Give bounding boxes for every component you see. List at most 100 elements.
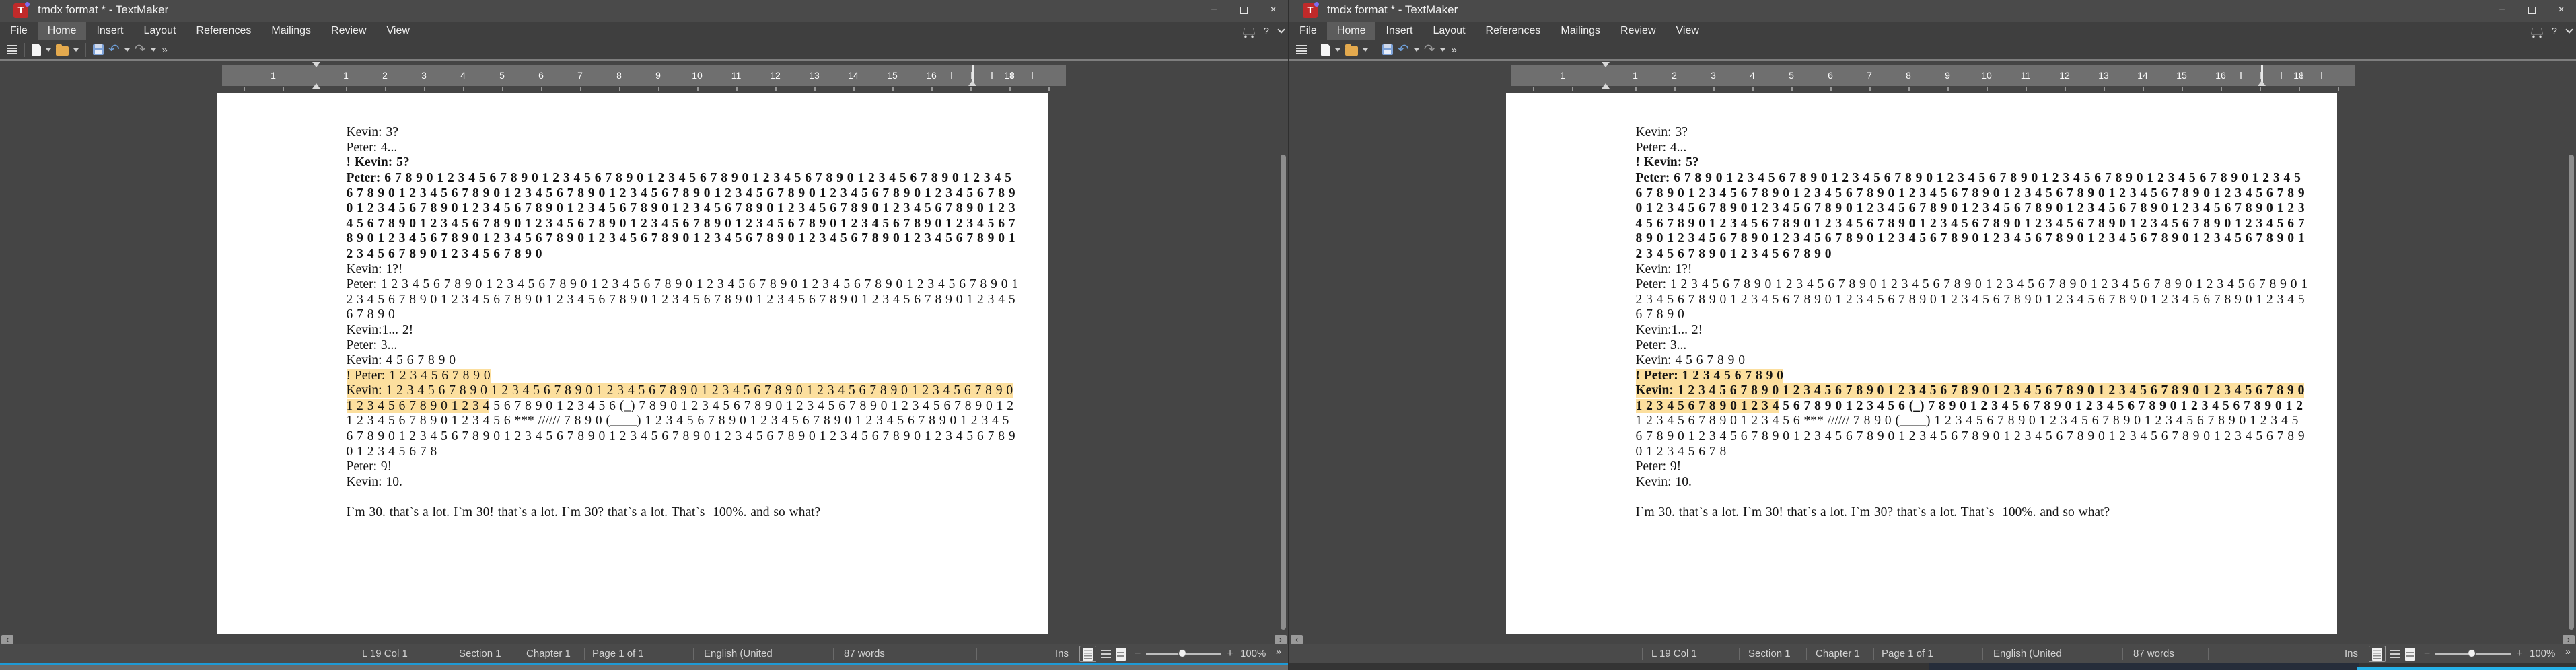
redo-dropdown-icon[interactable]	[151, 48, 156, 52]
redo-dropdown-icon[interactable]	[1440, 48, 1445, 52]
horizontal-scrollbar[interactable]: ‹ ›	[0, 635, 1288, 644]
undo-icon[interactable]: ↶	[108, 44, 120, 56]
toolbar-overflow-icon[interactable]: »	[162, 44, 168, 56]
status-chapter[interactable]: Chapter 1	[1816, 648, 1860, 659]
menu-tab[interactable]: Layout	[1423, 22, 1475, 40]
status-language[interactable]: English (United	[704, 648, 773, 659]
minimize-button[interactable]: −	[1199, 0, 1229, 22]
title-bar[interactable]: T tmdx format * - TextMaker − ×	[1289, 0, 2576, 22]
vertical-scrollbar[interactable]	[2568, 90, 2575, 634]
open-folder-icon[interactable]	[56, 46, 69, 56]
minimize-button[interactable]: −	[2487, 0, 2517, 22]
restore-button[interactable]	[1229, 0, 1258, 22]
redo-icon[interactable]: ↷	[135, 44, 146, 56]
open-dropdown-icon[interactable]	[1363, 48, 1368, 52]
save-icon[interactable]	[1382, 44, 1393, 55]
undo-dropdown-icon[interactable]	[124, 48, 130, 52]
chevron-down-icon[interactable]	[2565, 26, 2573, 33]
menu-tab[interactable]: Insert	[1375, 22, 1423, 40]
zoom-in-icon[interactable]: +	[2516, 648, 2522, 660]
menu-tab[interactable]: Layout	[133, 22, 186, 40]
page-view-icon[interactable]	[2369, 646, 2386, 662]
status-section[interactable]: Section 1	[1748, 648, 1791, 659]
scroll-left-icon[interactable]: ‹	[1291, 635, 1303, 644]
status-language[interactable]: English (United	[1993, 648, 2062, 659]
status-page[interactable]: Page 1 of 1	[592, 648, 644, 659]
undo-icon[interactable]: ↶	[1398, 44, 1409, 56]
document-page[interactable]: Kevin: 3? Peter: 4... ! Kevin: 5? Peter:…	[217, 93, 1048, 634]
title-bar[interactable]: T tmdx format * - TextMaker − ×	[0, 0, 1288, 22]
status-line-col[interactable]: L 19 Col 1	[1651, 648, 1697, 659]
zoom-slider[interactable]	[1146, 653, 1221, 655]
status-page[interactable]: Page 1 of 1	[1882, 648, 1933, 659]
menu-tab[interactable]: Mailings	[1550, 22, 1610, 40]
new-document-icon[interactable]	[32, 44, 41, 56]
status-overflow-icon[interactable]: »	[1276, 646, 1281, 657]
status-overflow-icon[interactable]: »	[2565, 646, 2571, 657]
menu-tab[interactable]: File	[0, 22, 38, 40]
page-view-icon[interactable]	[1079, 646, 1096, 662]
menu-tab[interactable]: View	[377, 22, 420, 40]
zoom-slider[interactable]	[2435, 653, 2511, 655]
zoom-out-icon[interactable]: −	[2424, 648, 2430, 660]
menu-tab[interactable]: Home	[1327, 22, 1376, 40]
menu-tab[interactable]: File	[1289, 22, 1327, 40]
undo-dropdown-icon[interactable]	[1414, 48, 1419, 52]
zoom-in-icon[interactable]: +	[1227, 648, 1233, 660]
chevron-down-icon[interactable]	[1277, 26, 1285, 33]
new-document-dropdown-icon[interactable]	[1335, 48, 1340, 52]
status-section[interactable]: Section 1	[459, 648, 501, 659]
open-dropdown-icon[interactable]	[73, 48, 79, 52]
right-margin-marker[interactable]	[972, 65, 974, 86]
close-button[interactable]: ×	[1258, 0, 1288, 22]
save-icon[interactable]	[93, 44, 104, 55]
zoom-level[interactable]: 100%	[2530, 648, 2555, 659]
zoom-slider-thumb[interactable]	[2468, 649, 2476, 657]
outline-view-icon[interactable]	[1116, 648, 1126, 661]
document-page[interactable]: Kevin: 3? Peter: 4... ! Kevin: 5? Peter:…	[1506, 93, 2337, 634]
status-insert-mode[interactable]: Ins	[1055, 648, 1069, 659]
zoom-slider-thumb[interactable]	[1178, 649, 1186, 657]
new-document-dropdown-icon[interactable]	[46, 48, 51, 52]
vertical-scrollbar-thumb[interactable]	[2569, 155, 2574, 630]
open-folder-icon[interactable]	[1345, 46, 1358, 56]
menu-tab[interactable]: Review	[1610, 22, 1666, 40]
right-margin-marker[interactable]	[2261, 65, 2263, 86]
hamburger-menu-icon[interactable]	[1296, 45, 1307, 54]
help-icon[interactable]: ?	[2552, 26, 2557, 37]
menu-tab[interactable]: Review	[321, 22, 376, 40]
close-button[interactable]: ×	[2546, 0, 2576, 22]
toolbar-overflow-icon[interactable]: »	[1452, 44, 1457, 56]
scroll-right-icon[interactable]: ›	[1275, 635, 1287, 644]
vertical-scrollbar[interactable]	[1280, 90, 1287, 634]
menu-tab[interactable]: References	[186, 22, 262, 40]
restore-button[interactable]	[2517, 0, 2546, 22]
zoom-level[interactable]: 100%	[1240, 648, 1266, 659]
draft-view-icon[interactable]	[1101, 650, 1111, 660]
left-margin-marker[interactable]	[311, 62, 322, 91]
menu-tab[interactable]: View	[1666, 22, 1709, 40]
scroll-right-icon[interactable]: ›	[2563, 635, 2575, 644]
shopping-cart-icon[interactable]	[1243, 28, 1254, 34]
horizontal-scrollbar[interactable]: ‹ ›	[1289, 635, 2576, 644]
draft-view-icon[interactable]	[2390, 650, 2400, 660]
hamburger-menu-icon[interactable]	[7, 45, 17, 54]
menu-tab[interactable]: Home	[38, 22, 87, 40]
status-insert-mode[interactable]: Ins	[2345, 648, 2358, 659]
new-document-icon[interactable]	[1321, 44, 1330, 56]
help-icon[interactable]: ?	[1264, 26, 1269, 37]
vertical-scrollbar-thumb[interactable]	[1281, 155, 1286, 630]
outline-view-icon[interactable]	[2405, 648, 2415, 661]
scroll-left-icon[interactable]: ‹	[1, 635, 13, 644]
left-margin-marker[interactable]	[1600, 62, 1611, 91]
menu-tab[interactable]: References	[1476, 22, 1551, 40]
menu-tab[interactable]: Mailings	[261, 22, 321, 40]
zoom-out-icon[interactable]: −	[1135, 648, 1141, 660]
redo-icon[interactable]: ↷	[1424, 44, 1435, 56]
status-word-count[interactable]: 87 words	[844, 648, 885, 659]
shopping-cart-icon[interactable]	[2531, 28, 2542, 34]
status-chapter[interactable]: Chapter 1	[526, 648, 571, 659]
status-word-count[interactable]: 87 words	[2133, 648, 2174, 659]
menu-tab[interactable]: Insert	[86, 22, 133, 40]
status-line-col[interactable]: L 19 Col 1	[362, 648, 408, 659]
